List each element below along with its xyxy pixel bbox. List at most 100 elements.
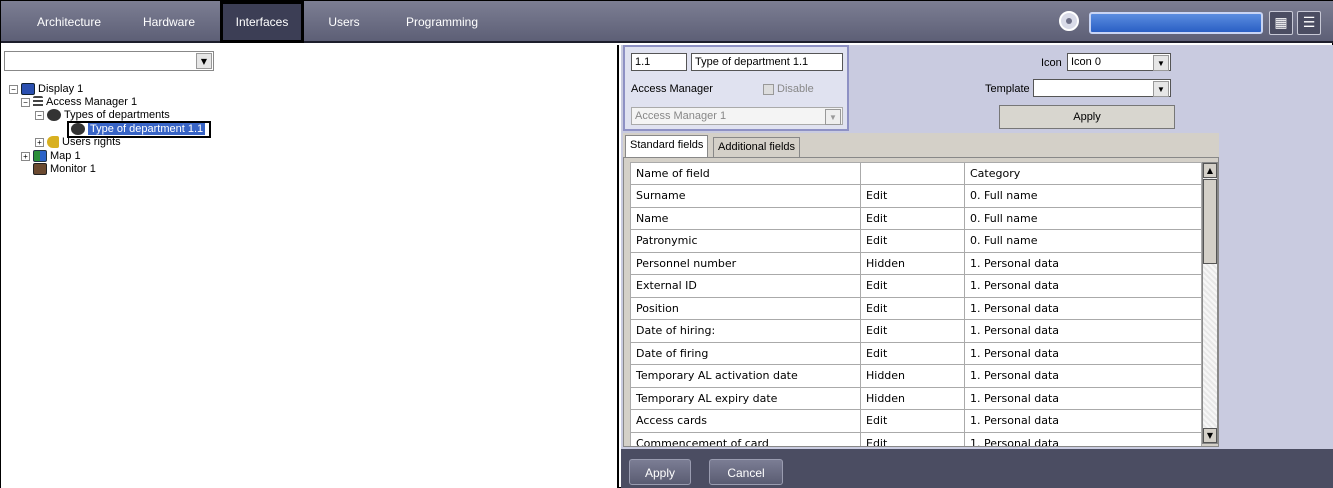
table-row[interactable]: Temporary AL activation date Hidden 1. Per…: [630, 364, 1202, 388]
table-row[interactable]: Personnel number Hidden 1. Personal data: [630, 251, 1202, 275]
expand-icon[interactable]: +: [21, 151, 30, 161]
collapse-icon[interactable]: −: [35, 110, 44, 120]
field-mode-cell[interactable]: Edit: [860, 206, 965, 230]
disable-checkbox[interactable]: Disable: [763, 83, 814, 95]
map-icon: [33, 150, 47, 163]
apply-settings-button[interactable]: Apply: [999, 105, 1175, 129]
bottom-action-bar: Apply Cancel: [621, 449, 1333, 488]
table-row[interactable]: Position Edit 1. Personal data: [630, 296, 1202, 320]
search-input[interactable]: [1089, 12, 1263, 34]
camera-icon: [33, 163, 47, 176]
chevron-down-icon[interactable]: ▼: [1153, 81, 1169, 97]
table-row[interactable]: Access cards Edit 1. Personal data: [630, 409, 1202, 433]
tree-node-label: Users rights: [62, 136, 121, 148]
disable-label: Disable: [777, 83, 814, 95]
field-mode-cell[interactable]: Edit: [860, 409, 965, 433]
access-manager-select[interactable]: Access Manager 1 ▼: [631, 107, 843, 125]
chevron-down-icon[interactable]: ▼: [825, 109, 841, 125]
chevron-down-icon[interactable]: ▼: [1153, 55, 1169, 71]
tab-users[interactable]: Users: [319, 1, 369, 43]
field-name-cell[interactable]: Date of firing: [630, 341, 861, 365]
icon-select[interactable]: Icon 0 ▼: [1067, 53, 1171, 71]
tree-node-map[interactable]: + Map 1: [21, 150, 81, 163]
table-row[interactable]: Temporary AL expiry date Hidden 1. Persona…: [630, 386, 1202, 410]
table-row[interactable]: Patronymic Edit 0. Full name: [630, 229, 1202, 253]
field-category-cell[interactable]: 0. Full name: [964, 229, 1202, 253]
field-mode-cell[interactable]: Edit: [860, 229, 965, 253]
tab-interfaces[interactable]: Interfaces: [220, 1, 304, 43]
field-category-cell[interactable]: 1. Personal data: [964, 364, 1202, 388]
tree-node-label: Monitor 1: [50, 163, 96, 175]
field-name-cell[interactable]: Temporary AL activation date: [630, 364, 861, 388]
object-name-field[interactable]: Type of department 1.1: [691, 53, 843, 71]
field-name-cell[interactable]: Patronymic: [630, 229, 861, 253]
field-mode-cell[interactable]: Hidden: [860, 364, 965, 388]
template-select[interactable]: ▼: [1033, 79, 1171, 97]
tab-hardware[interactable]: Hardware: [131, 1, 207, 43]
field-category-cell[interactable]: 1. Personal data: [964, 274, 1202, 298]
field-category-cell[interactable]: 0. Full name: [964, 206, 1202, 230]
collapse-icon[interactable]: −: [9, 84, 18, 94]
scroll-down-icon[interactable]: ▼: [1203, 428, 1217, 443]
table-row[interactable]: Name Edit 0. Full name: [630, 206, 1202, 230]
field-mode-cell[interactable]: Edit: [860, 184, 965, 208]
table-row[interactable]: Commencement of card Edit 1. Personal data: [630, 431, 1202, 446]
fields-table: Name of field Category Surname Edit 0. Ful…: [623, 157, 1219, 447]
field-mode-cell[interactable]: Hidden: [860, 386, 965, 410]
field-name-cell[interactable]: Commencement of card: [630, 431, 861, 446]
tree-filter-dropdown[interactable]: ▼: [4, 51, 214, 71]
chevron-down-icon[interactable]: ▼: [196, 53, 212, 69]
field-mode-cell[interactable]: Edit: [860, 431, 965, 446]
tab-programming[interactable]: Programming: [397, 1, 487, 43]
object-id-field[interactable]: 1.1: [631, 53, 687, 71]
table-row[interactable]: External ID Edit 1. Personal data: [630, 274, 1202, 298]
column-header[interactable]: Category: [964, 162, 1202, 185]
table-row[interactable]: Surname Edit 0. Full name: [630, 184, 1202, 208]
column-header[interactable]: Name of field: [630, 162, 861, 185]
list-icon: [33, 96, 43, 109]
field-category-cell[interactable]: 1. Personal data: [964, 341, 1202, 365]
menu-icon[interactable]: ☰: [1297, 11, 1321, 35]
tree-node-monitor[interactable]: Monitor 1: [33, 163, 96, 176]
scroll-up-icon[interactable]: ▲: [1203, 163, 1217, 178]
field-name-cell[interactable]: Access cards: [630, 409, 861, 433]
field-name-cell[interactable]: Temporary AL expiry date: [630, 386, 861, 410]
field-name-cell[interactable]: Date of hiring:: [630, 319, 861, 343]
field-category-cell[interactable]: 1. Personal data: [964, 251, 1202, 275]
field-mode-cell[interactable]: Edit: [860, 274, 965, 298]
table-row[interactable]: Date of firing Edit 1. Personal data: [630, 341, 1202, 365]
person-icon: [71, 123, 85, 136]
field-category-cell[interactable]: 1. Personal data: [964, 319, 1202, 343]
tree-node-display[interactable]: − Display 1: [9, 83, 83, 96]
tab-architecture[interactable]: Architecture: [29, 1, 109, 43]
field-category-cell[interactable]: 1. Personal data: [964, 431, 1202, 446]
tab-additional-fields[interactable]: Additional fields: [713, 137, 801, 157]
scroll-thumb[interactable]: [1203, 179, 1217, 264]
field-name-cell[interactable]: Position: [630, 296, 861, 320]
field-category-cell[interactable]: 0. Full name: [964, 184, 1202, 208]
field-name-cell[interactable]: Name: [630, 206, 861, 230]
field-mode-cell[interactable]: Edit: [860, 296, 965, 320]
field-name-cell[interactable]: External ID: [630, 274, 861, 298]
field-mode-cell[interactable]: Hidden: [860, 251, 965, 275]
field-mode-cell[interactable]: Edit: [860, 319, 965, 343]
field-category-cell[interactable]: 1. Personal data: [964, 409, 1202, 433]
column-header[interactable]: [860, 162, 965, 185]
checkbox-icon[interactable]: [763, 83, 774, 95]
grid-layout-icon[interactable]: ▦: [1269, 11, 1293, 35]
table-row[interactable]: Date of hiring: Edit 1. Personal data: [630, 319, 1202, 343]
tab-standard-fields[interactable]: Standard fields: [625, 135, 709, 157]
tree-node-users-rights[interactable]: + Users rights: [35, 136, 121, 149]
field-name-cell[interactable]: Personnel number: [630, 251, 861, 275]
field-category-cell[interactable]: 1. Personal data: [964, 386, 1202, 410]
apply-button[interactable]: Apply: [629, 459, 691, 485]
gear-icon[interactable]: [1059, 11, 1079, 31]
field-mode-cell[interactable]: Edit: [860, 341, 965, 365]
tree-node-access-manager[interactable]: − Access Manager 1: [21, 96, 137, 109]
cancel-button[interactable]: Cancel: [709, 459, 783, 485]
vertical-scrollbar[interactable]: ▲ ▼: [1202, 162, 1218, 444]
collapse-icon[interactable]: −: [21, 97, 30, 107]
field-category-cell[interactable]: 1. Personal data: [964, 296, 1202, 320]
expand-icon[interactable]: +: [35, 137, 44, 147]
field-name-cell[interactable]: Surname: [630, 184, 861, 208]
